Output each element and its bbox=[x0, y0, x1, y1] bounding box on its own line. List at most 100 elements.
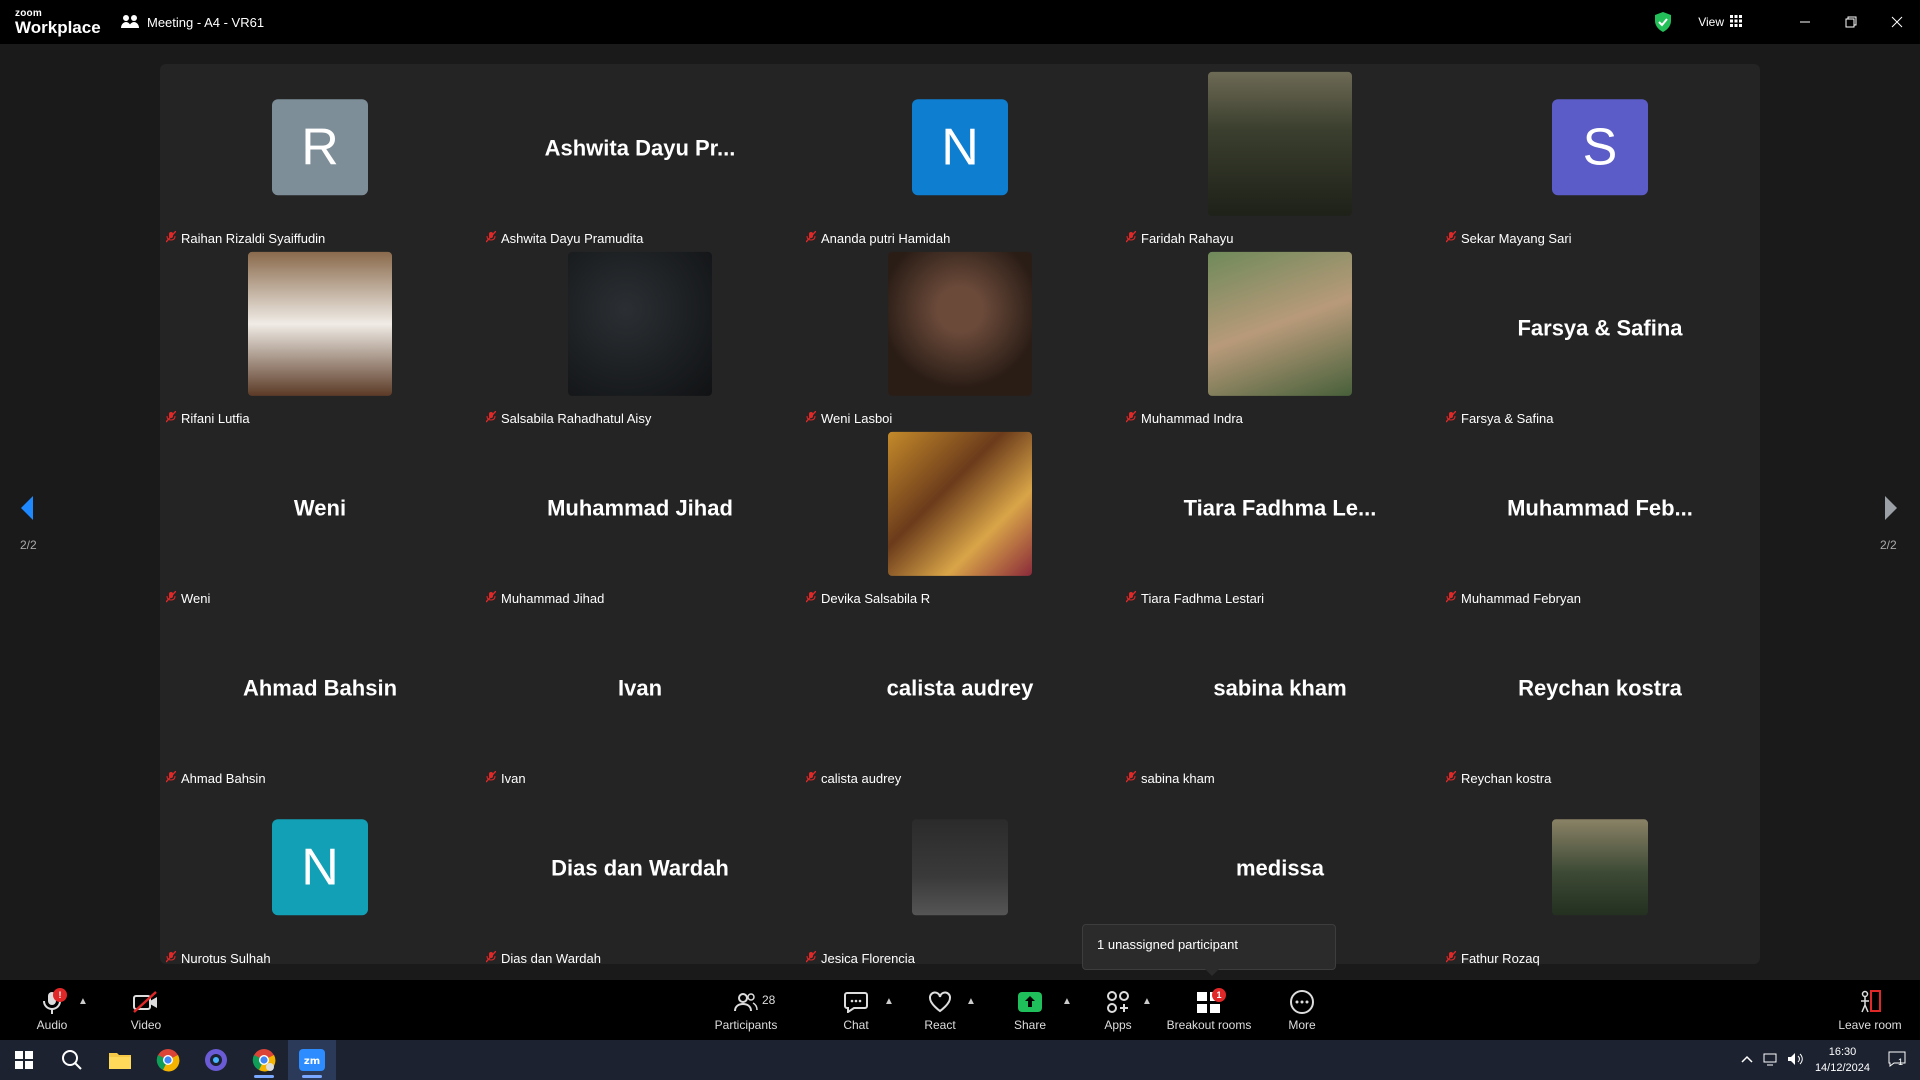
encryption-shield-icon[interactable] bbox=[1654, 12, 1672, 32]
microphone-muted-icon bbox=[1445, 950, 1457, 966]
browser-app-button[interactable] bbox=[192, 1040, 240, 1080]
participant-video bbox=[1208, 71, 1352, 216]
view-button[interactable]: View bbox=[1698, 14, 1742, 30]
participant-tile[interactable]: Muhammad Jihad Muhammad Jihad bbox=[480, 424, 800, 606]
participant-name: Jesica Florencia bbox=[821, 951, 915, 966]
participant-display-name: Ivan bbox=[617, 675, 663, 701]
close-button[interactable] bbox=[1874, 0, 1920, 44]
participant-tile[interactable]: Farsya & Safina Farsya & Safina bbox=[1440, 244, 1760, 426]
start-button[interactable] bbox=[0, 1040, 48, 1080]
video-off-icon bbox=[133, 991, 157, 1013]
participant-name: Dias dan Wardah bbox=[501, 951, 601, 966]
participant-tile[interactable]: Salsabila Rahadhatul Aisy bbox=[480, 244, 800, 426]
chrome-profile-icon bbox=[252, 1049, 276, 1072]
page-indicator-left: 2/2 bbox=[20, 538, 37, 552]
chat-icon bbox=[844, 992, 868, 1013]
react-options-chevron-icon[interactable]: ▲ bbox=[966, 996, 976, 1007]
react-button[interactable]: React bbox=[920, 980, 960, 1040]
participant-tile[interactable]: Weni Weni bbox=[160, 424, 480, 606]
network-icon[interactable] bbox=[1763, 1052, 1779, 1069]
participant-tile[interactable]: Dias dan Wardah Dias dan Wardah bbox=[480, 784, 800, 966]
participant-tile[interactable]: Tiara Fadhma Le... Tiara Fadhma Lestari bbox=[1120, 424, 1440, 606]
participant-avatar: N bbox=[272, 819, 368, 916]
participant-tile[interactable]: Muhammad Indra bbox=[1120, 244, 1440, 426]
participant-display-name: Muhammad Feb... bbox=[1507, 495, 1693, 521]
share-button[interactable]: Share bbox=[1010, 980, 1050, 1040]
participant-tile[interactable]: Ahmad Bahsin Ahmad Bahsin bbox=[160, 604, 480, 786]
participant-tile[interactable]: Muhammad Feb... Muhammad Febryan bbox=[1440, 424, 1760, 606]
audio-button[interactable]: ! Audio bbox=[30, 980, 74, 1040]
participant-tile[interactable]: N Ananda putri Hamidah bbox=[800, 64, 1120, 246]
chrome-profile-button[interactable] bbox=[240, 1040, 288, 1080]
more-button[interactable]: More bbox=[1286, 980, 1318, 1040]
participants-count: 28 bbox=[762, 993, 776, 1007]
volume-icon[interactable] bbox=[1787, 1052, 1805, 1069]
apps-options-chevron-icon[interactable]: ▲ bbox=[1142, 996, 1152, 1007]
participant-display-name: calista audrey bbox=[886, 675, 1034, 701]
participant-display-name: Weni bbox=[293, 495, 347, 521]
participants-label: Participants bbox=[714, 1018, 778, 1032]
participant-tile[interactable]: Rifani Lutfia bbox=[160, 244, 480, 426]
participant-tile[interactable]: Jesica Florencia bbox=[800, 784, 1120, 966]
restore-button[interactable] bbox=[1828, 0, 1874, 44]
apps-label: Apps bbox=[1104, 1018, 1132, 1032]
meeting-title[interactable]: Meeting - A4 - VR61 bbox=[121, 14, 264, 31]
tray-chevron-up-icon[interactable] bbox=[1741, 1054, 1753, 1066]
participant-tile[interactable]: N Nurotus Sulhah bbox=[160, 784, 480, 966]
participant-tile[interactable]: Weni Lasboi bbox=[800, 244, 1120, 426]
participant-display-name: medissa bbox=[1235, 855, 1325, 881]
chrome-button[interactable] bbox=[144, 1040, 192, 1080]
microphone-muted-icon bbox=[165, 950, 177, 966]
participant-display-name: sabina kham bbox=[1213, 675, 1347, 701]
participant-tile[interactable]: sabina kham sabina kham bbox=[1120, 604, 1440, 786]
participant-tile[interactable]: Faridah Rahayu bbox=[1120, 64, 1440, 246]
participant-video bbox=[888, 251, 1032, 396]
audio-options-chevron-icon[interactable]: ▲ bbox=[78, 996, 88, 1007]
participant-tile[interactable]: R Raihan Rizaldi Syaiffudin bbox=[160, 64, 480, 246]
participant-display-name: Muhammad Jihad bbox=[547, 495, 733, 521]
participant-tile[interactable]: calista audrey calista audrey bbox=[800, 604, 1120, 786]
leave-room-button[interactable]: Leave room bbox=[1838, 980, 1902, 1040]
participant-name-label: Jesica Florencia bbox=[805, 950, 915, 966]
participant-tile[interactable]: S Sekar Mayang Sari bbox=[1440, 64, 1760, 246]
title-bar: zoom Workplace Meeting - A4 - VR61 View bbox=[0, 0, 1920, 44]
next-page-button[interactable] bbox=[1876, 494, 1906, 527]
microphone-muted-icon bbox=[805, 950, 817, 966]
zoom-app-button[interactable]: zm bbox=[288, 1040, 336, 1080]
clock-date: 14/12/2024 bbox=[1814, 1062, 1870, 1074]
arrow-left-icon bbox=[21, 496, 33, 520]
breakout-rooms-button[interactable]: 1 Breakout rooms bbox=[1166, 980, 1252, 1040]
participant-video bbox=[568, 251, 712, 396]
participant-tile[interactable]: Fathur Rozaq bbox=[1440, 784, 1760, 966]
browser-app-icon bbox=[205, 1049, 227, 1071]
search-button[interactable] bbox=[48, 1040, 96, 1080]
arrow-right-icon bbox=[1885, 496, 1897, 520]
leave-room-label: Leave room bbox=[1838, 1018, 1902, 1032]
participant-video bbox=[888, 431, 1032, 576]
minimize-button[interactable] bbox=[1782, 0, 1828, 44]
video-button[interactable]: Video bbox=[124, 980, 168, 1040]
participant-tile[interactable]: Reychan kostra Reychan kostra bbox=[1440, 604, 1760, 786]
microphone-muted-icon bbox=[485, 950, 497, 966]
participant-tile[interactable]: Devika Salsabila R bbox=[800, 424, 1120, 606]
chat-button[interactable]: Chat bbox=[836, 980, 876, 1040]
participant-video bbox=[912, 819, 1008, 916]
notifications-icon[interactable]: 1 bbox=[1888, 1051, 1906, 1070]
apps-button[interactable]: Apps bbox=[1100, 980, 1136, 1040]
participant-name: Fathur Rozaq bbox=[1461, 951, 1540, 966]
view-label: View bbox=[1698, 15, 1724, 29]
chat-options-chevron-icon[interactable]: ▲ bbox=[884, 996, 894, 1007]
restore-icon bbox=[1845, 16, 1857, 28]
participant-name-label: Fathur Rozaq bbox=[1445, 950, 1540, 966]
participant-tile[interactable]: Ashwita Dayu Pr... Ashwita Dayu Pramudita bbox=[480, 64, 800, 246]
share-options-chevron-icon[interactable]: ▲ bbox=[1062, 996, 1072, 1007]
windows-logo-icon bbox=[15, 1051, 33, 1069]
file-explorer-button[interactable] bbox=[96, 1040, 144, 1080]
participant-tile[interactable]: Ivan Ivan bbox=[480, 604, 800, 786]
participants-button[interactable]: Participants bbox=[706, 980, 786, 1040]
meeting-info-icon bbox=[121, 14, 139, 31]
previous-page-button[interactable] bbox=[12, 494, 42, 527]
taskbar-clock[interactable]: 16:30 14/12/2024 bbox=[1815, 1044, 1870, 1076]
gallery-view: R Raihan Rizaldi Syaiffudin Ashwita Dayu P… bbox=[160, 64, 1760, 966]
leave-room-icon bbox=[1861, 990, 1881, 1013]
